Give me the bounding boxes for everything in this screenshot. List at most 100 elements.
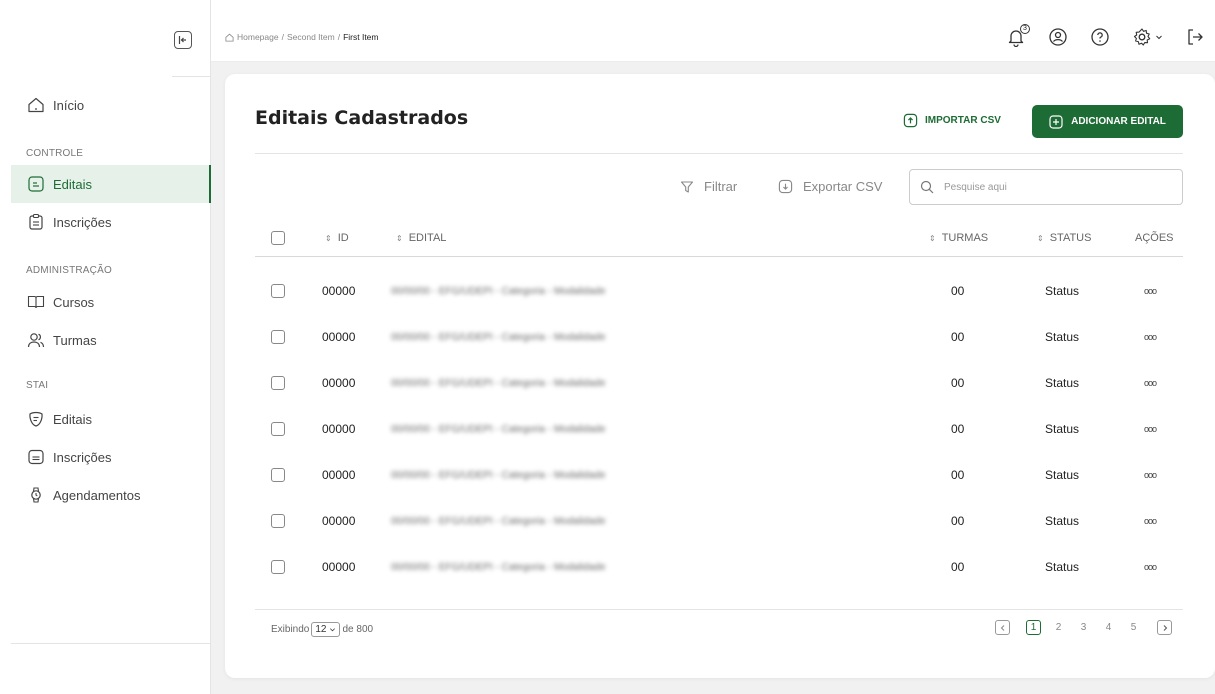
breadcrumb-item-second[interactable]: Second Item <box>287 32 335 42</box>
import-csv-button[interactable]: IMPORTAR CSV <box>903 113 1001 128</box>
page-button-2[interactable]: 2 <box>1051 620 1066 635</box>
logout-button[interactable] <box>1185 26 1205 48</box>
profile-button[interactable] <box>1048 26 1068 48</box>
select-all-checkbox[interactable] <box>271 220 285 256</box>
column-header-edital[interactable]: ⇕ EDITAL <box>396 220 446 256</box>
cell-edital[interactable]: 00/00/00 - EFG/UDEPI - Categoria - Modal… <box>391 544 606 590</box>
sort-icon: ⇕ <box>929 233 936 243</box>
divider <box>255 153 1183 154</box>
cell-edital[interactable]: 00/00/00 - EFG/UDEPI - Categoria - Modal… <box>391 268 606 314</box>
previous-page-button[interactable] <box>995 620 1010 635</box>
inbox-icon <box>27 448 45 466</box>
sidebar-item-cursos[interactable]: Cursos <box>11 283 211 321</box>
row-actions-button[interactable]: ooo <box>1144 406 1157 452</box>
breadcrumb-item-current: First Item <box>343 32 379 42</box>
row-checkbox[interactable] <box>271 330 285 344</box>
more-icon: ooo <box>1144 516 1157 526</box>
row-actions-button[interactable]: ooo <box>1144 314 1157 360</box>
add-edital-button[interactable]: ADICIONAR EDITAL <box>1032 105 1183 138</box>
home-icon <box>27 96 45 114</box>
settings-button[interactable] <box>1132 26 1163 48</box>
cell-edital[interactable]: 00/00/00 - EFG/UDEPI - Categoria - Modal… <box>391 406 606 452</box>
sidebar-item-stai-editais[interactable]: Editais <box>11 400 211 438</box>
row-actions-button[interactable]: ooo <box>1144 544 1157 590</box>
page-size-value: 12 <box>315 624 327 635</box>
filter-button[interactable]: Filtrar <box>680 179 737 194</box>
document-icon <box>27 175 45 193</box>
row-actions-button[interactable]: ooo <box>1144 268 1157 314</box>
row-actions-button[interactable]: ooo <box>1144 498 1157 544</box>
sidebar-item-turmas[interactable]: Turmas <box>11 321 211 359</box>
column-header-id[interactable]: ⇕ ID <box>325 220 349 256</box>
cell-turmas: 00 <box>951 560 965 574</box>
column-header-status[interactable]: ⇕ STATUS <box>1037 220 1091 256</box>
row-checkbox[interactable] <box>271 376 285 390</box>
sort-icon: ⇕ <box>325 233 332 243</box>
row-checkbox[interactable] <box>271 514 285 528</box>
sidebar-item-inicio[interactable]: Início <box>11 86 211 124</box>
row-checkbox[interactable] <box>271 422 285 436</box>
sidebar-item-inscricoes[interactable]: Inscrições <box>11 203 211 241</box>
page-size-select[interactable]: 12 <box>311 622 341 637</box>
divider <box>11 643 211 644</box>
cell-status: Status <box>1045 468 1080 482</box>
row-checkbox[interactable] <box>271 468 285 482</box>
book-icon <box>27 293 45 311</box>
search-box <box>909 169 1183 205</box>
notification-badge: 3 <box>1020 24 1030 34</box>
search-icon <box>920 180 934 194</box>
cell-edital[interactable]: 00/00/00 - EFG/UDEPI - Categoria - Modal… <box>391 452 606 498</box>
search-input[interactable] <box>944 181 1164 193</box>
table-header: ⇕ ID ⇕ EDITAL ⇕ TURMAS ⇕ STATUS AÇÕES <box>255 220 1183 257</box>
row-actions-button[interactable]: ooo <box>1144 452 1157 498</box>
help-icon <box>1091 28 1109 46</box>
breadcrumb-separator: / <box>281 32 284 42</box>
export-csv-button[interactable]: Exportar CSV <box>778 179 882 194</box>
cell-status: Status <box>1045 422 1080 436</box>
cell-turmas: 00 <box>951 376 965 390</box>
collapse-sidebar-button[interactable] <box>174 31 192 49</box>
sort-icon: ⇕ <box>396 233 403 243</box>
cell-turmas: 00 <box>951 514 965 528</box>
sidebar-item-agendamentos[interactable]: Agendamentos <box>11 476 211 514</box>
next-page-button[interactable] <box>1157 620 1172 635</box>
sidebar-item-label: Cursos <box>53 294 95 310</box>
editais-card: Editais Cadastrados IMPORTAR CSV ADICION… <box>225 74 1215 678</box>
page-button-5[interactable]: 5 <box>1126 620 1141 635</box>
cell-edital[interactable]: 00/00/00 - EFG/UDEPI - Categoria - Modal… <box>391 498 606 544</box>
filter-label: Filtrar <box>704 179 738 194</box>
page-button-1[interactable]: 1 <box>1026 620 1041 635</box>
page-button-4[interactable]: 4 <box>1101 620 1116 635</box>
section-label-stai: STAI <box>26 380 49 391</box>
table-row: 00000 00/00/00 - EFG/UDEPI - Categoria -… <box>255 452 1183 498</box>
notifications-button[interactable]: 3 <box>1006 24 1030 48</box>
table-row: 00000 00/00/00 - EFG/UDEPI - Categoria -… <box>255 406 1183 452</box>
page-button-3[interactable]: 3 <box>1076 620 1091 635</box>
divider <box>255 609 1183 610</box>
sidebar-item-label: Editais <box>53 411 93 427</box>
column-header-turmas[interactable]: ⇕ TURMAS <box>929 220 988 256</box>
more-icon: ooo <box>1144 332 1157 342</box>
row-checkbox[interactable] <box>271 284 285 298</box>
table-row: 00000 00/00/00 - EFG/UDEPI - Categoria -… <box>255 544 1183 590</box>
cell-status: Status <box>1045 330 1080 344</box>
sidebar-item-label: Agendamentos <box>53 487 141 503</box>
total-suffix: de 800 <box>342 624 374 635</box>
row-checkbox[interactable] <box>271 560 285 574</box>
row-actions-button[interactable]: ooo <box>1144 360 1157 406</box>
breadcrumb-item-homepage[interactable]: Homepage <box>237 32 279 42</box>
cell-id: 00000 <box>322 284 356 298</box>
cell-id: 00000 <box>322 330 356 344</box>
help-button[interactable] <box>1090 26 1110 48</box>
sidebar-item-label: Turmas <box>53 332 97 348</box>
checkbox[interactable] <box>271 231 285 245</box>
sidebar-item-stai-inscricoes[interactable]: Inscrições <box>11 438 211 476</box>
collapse-icon <box>178 36 186 44</box>
users-icon <box>27 331 45 349</box>
showing-prefix: Exibindo <box>271 624 310 635</box>
more-icon: ooo <box>1144 286 1157 296</box>
sidebar-item-editais[interactable]: Editais <box>11 165 211 203</box>
cell-edital[interactable]: 00/00/00 - EFG/UDEPI - Categoria - Modal… <box>391 314 606 360</box>
cell-edital[interactable]: 00/00/00 - EFG/UDEPI - Categoria - Modal… <box>391 360 606 406</box>
sidebar-item-label: Editais <box>53 176 93 192</box>
